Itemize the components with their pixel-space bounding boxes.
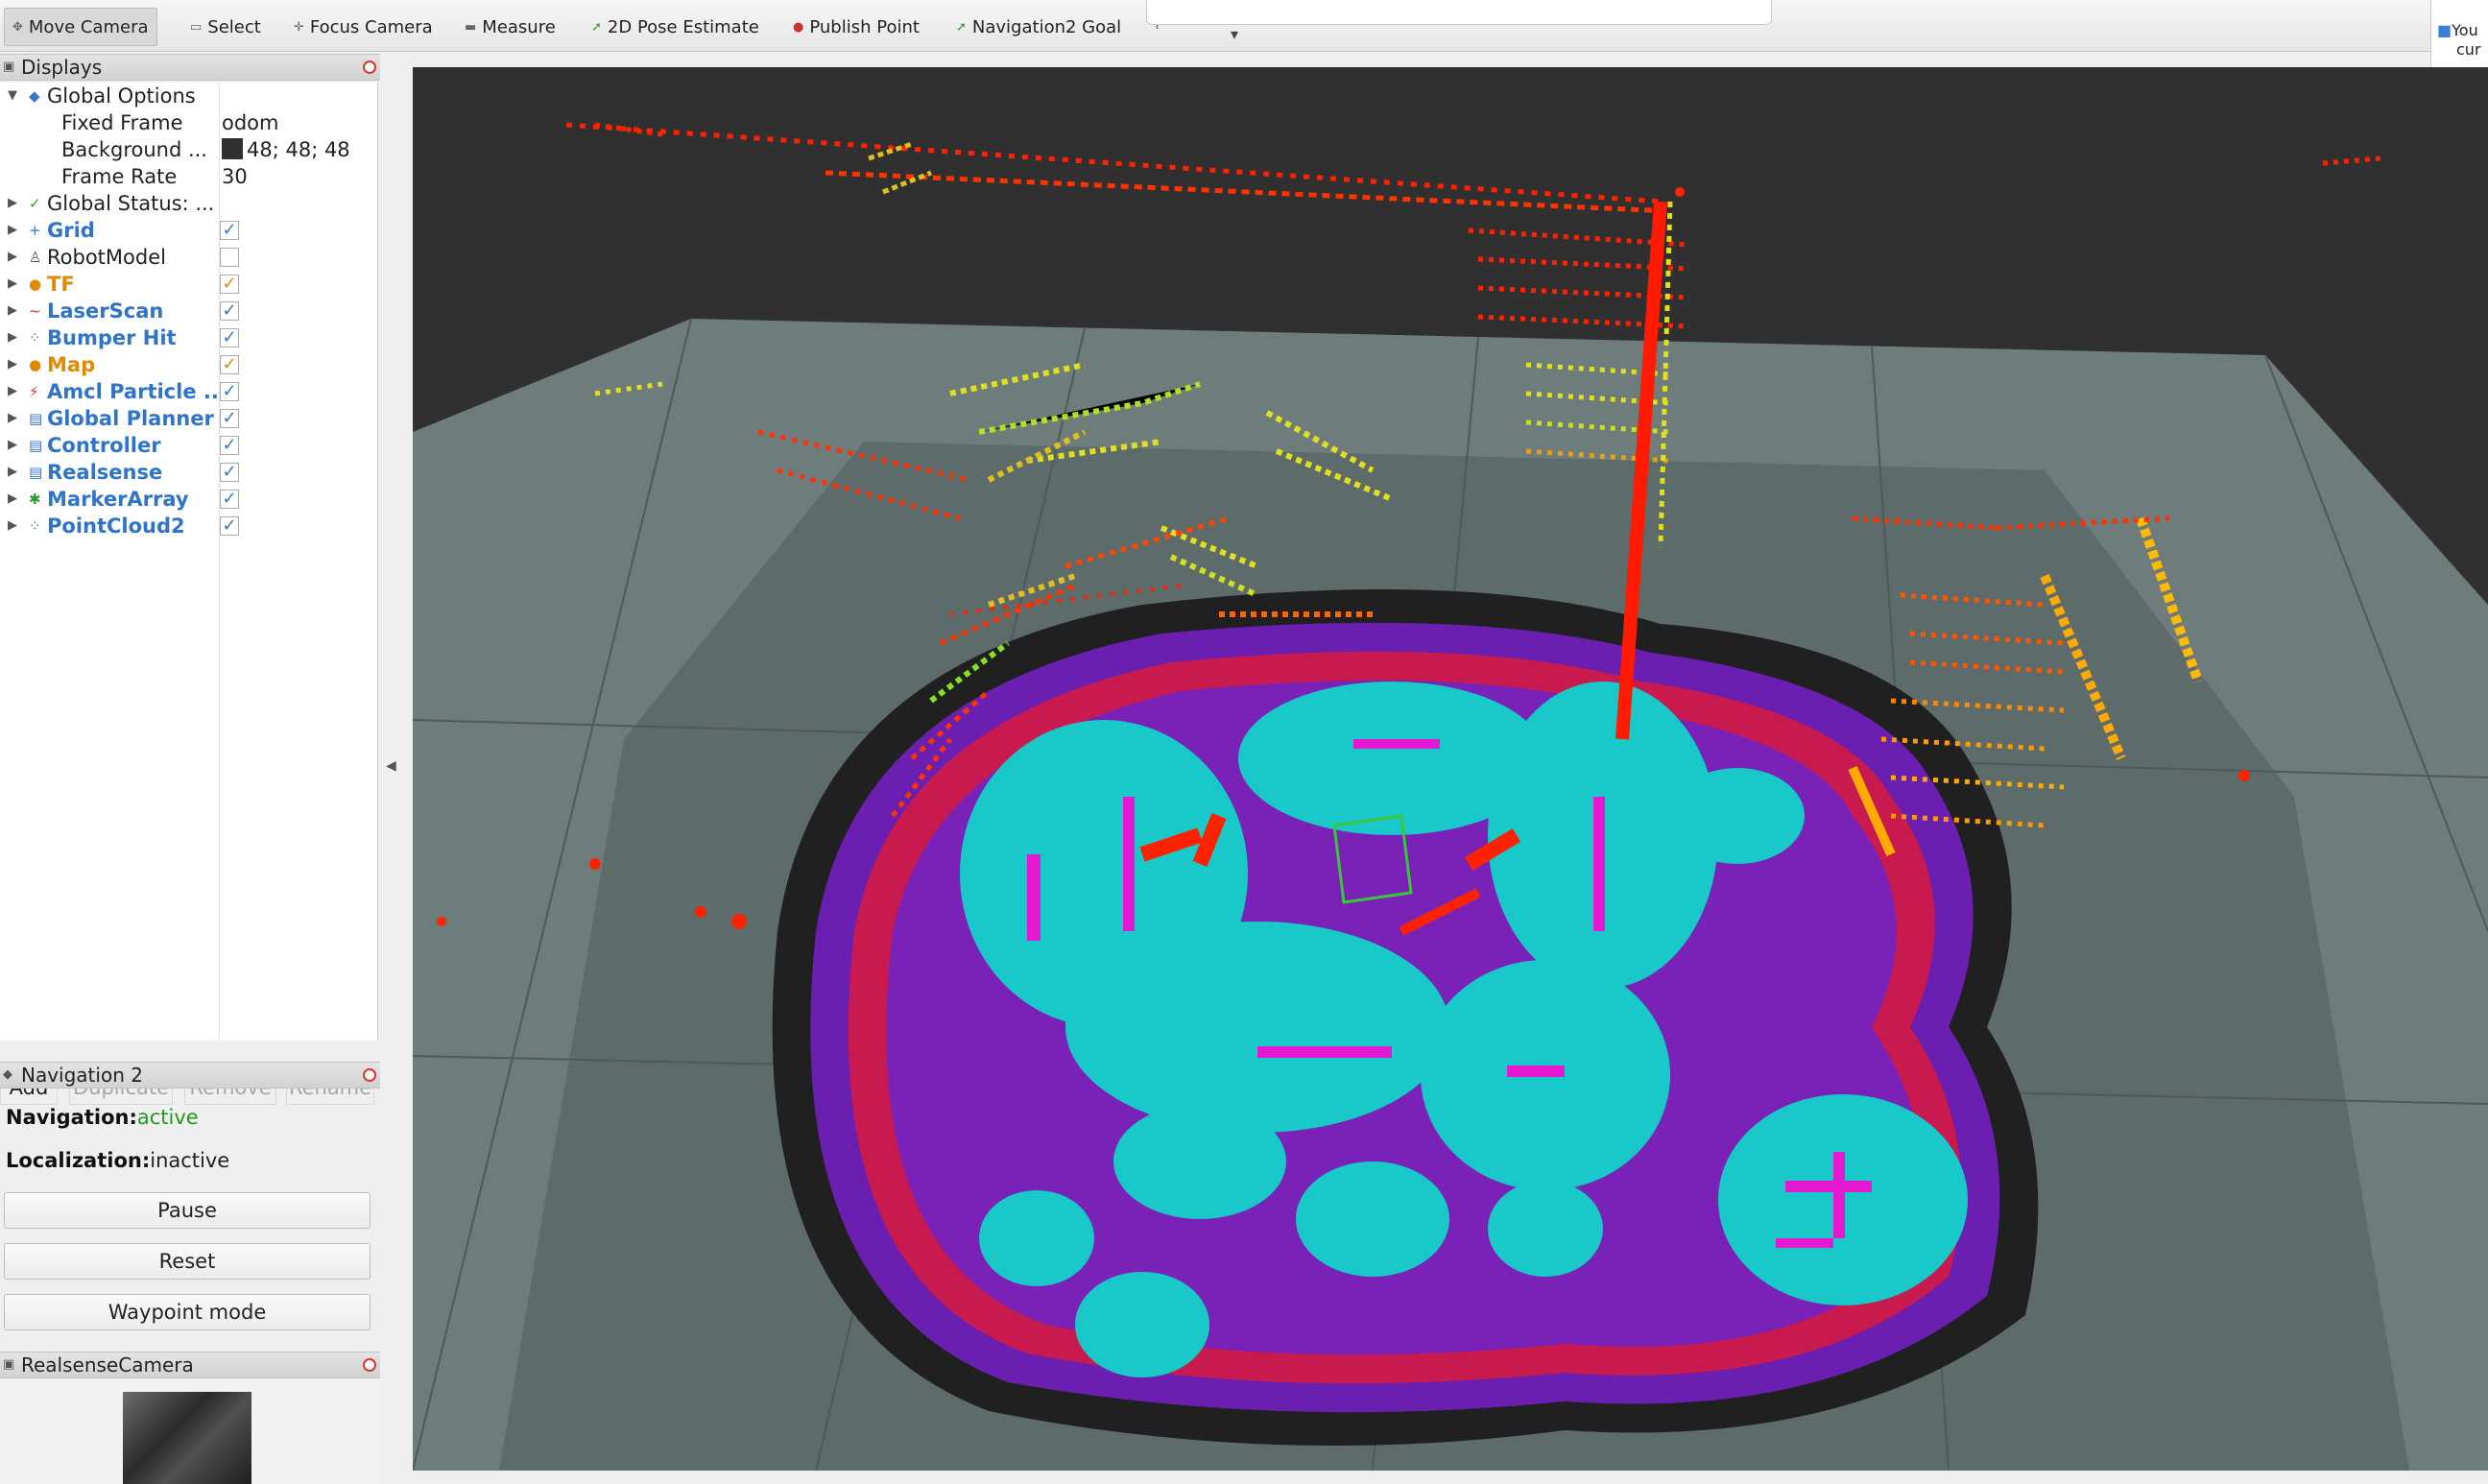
tree-row-controller[interactable]: ▶ ▤ Controller ✓ (0, 432, 378, 459)
tree-row-laserscan[interactable]: ▶ ~ LaserScan ✓ (0, 298, 378, 324)
tree-row-amcl-particle[interactable]: ▶ ⚡ Amcl Particle ... ✓ (0, 378, 378, 405)
points-icon: ⁘ (29, 329, 41, 347)
chevron-right-icon[interactable]: ▶ (8, 432, 17, 459)
chevron-right-icon[interactable]: ▶ (8, 271, 17, 298)
markerarray-checkbox[interactable]: ✓ (220, 490, 239, 509)
tree-row-background[interactable]: Background ... 48; 48; 48 (0, 136, 378, 163)
focus-camera-icon: ✛ (294, 19, 304, 35)
pose-array-icon: ⚡ (29, 383, 39, 400)
chevron-right-icon[interactable]: ▶ (8, 298, 17, 324)
measure-icon: ▬ (465, 19, 477, 35)
group-icon: ▤ (29, 437, 43, 454)
chevron-right-icon[interactable]: ▶ (8, 244, 17, 271)
tree-row-frame-rate[interactable]: Frame Rate 30 (0, 163, 378, 190)
tree-row-tf[interactable]: ▶ ● TF ✓ (0, 271, 378, 298)
tf-checkbox[interactable]: ✓ (220, 275, 239, 294)
group-icon: ▤ (29, 464, 43, 481)
chevron-right-icon[interactable]: ▶ (8, 513, 17, 539)
tree-row-grid[interactable]: ▶ + Grid ✓ (0, 217, 378, 244)
bumper-hit-checkbox[interactable]: ✓ (220, 328, 239, 347)
tree-row-markerarray[interactable]: ▶ ✱ MarkerArray ✓ (0, 486, 378, 513)
tree-row-robotmodel[interactable]: ▶ ♙ RobotModel (0, 244, 378, 271)
reset-button[interactable]: Reset (4, 1243, 371, 1280)
select-tool[interactable]: ▭ Select (182, 8, 269, 46)
camera-panel-header: ▣ RealsenseCamera x (0, 1352, 380, 1378)
left-sidebar: ▣ Displays x ▼ ◆ Global Options Fixed Fr… (0, 54, 380, 1484)
scene-render (413, 122, 2488, 1471)
move-camera-icon: ✥ (12, 19, 23, 35)
panel-icon: ▣ (3, 1357, 15, 1372)
tree-row-realsense[interactable]: ▶ ▤ Realsense ✓ (0, 459, 378, 486)
tree-row-bumper-hit[interactable]: ▶ ⁘ Bumper Hit ✓ (0, 324, 378, 351)
localization-status: Localization:inactive (6, 1149, 230, 1172)
displays-panel-header: ▣ Displays x (0, 54, 380, 81)
measure-tool[interactable]: ▬ Measure (457, 8, 563, 46)
panel-icon: ◆ (3, 1067, 12, 1082)
select-icon: ▭ (190, 19, 203, 35)
waypoint-mode-button[interactable]: Waypoint mode (4, 1294, 371, 1330)
chevron-right-icon[interactable]: ▶ (8, 486, 17, 513)
chevron-down-icon[interactable]: ▾ (1231, 25, 1238, 43)
chevron-right-icon[interactable]: ▶ (8, 324, 17, 351)
amcl-particle-checkbox[interactable]: ✓ (220, 382, 239, 401)
close-icon[interactable]: x (363, 60, 376, 74)
panel-splitter[interactable]: ◀ (384, 67, 413, 1471)
chevron-right-icon[interactable]: ▶ (8, 378, 17, 405)
robot-icon: ♙ (29, 249, 42, 266)
chevron-right-icon[interactable]: ▶ (8, 217, 17, 244)
chevron-left-icon[interactable]: ◀ (386, 758, 396, 774)
move-camera-tool[interactable]: ✥ Move Camera (4, 8, 157, 46)
close-icon[interactable]: x (363, 1068, 376, 1082)
panel-icon: ▣ (3, 60, 15, 74)
close-icon[interactable]: x (363, 1358, 376, 1372)
check-icon: ✓ (29, 195, 41, 212)
pose-estimate-icon: ➚ (591, 19, 602, 35)
chevron-down-icon[interactable]: ▼ (8, 83, 17, 109)
map-checkbox[interactable]: ✓ (220, 355, 239, 374)
background-color-value[interactable]: 48; 48; 48 (222, 136, 350, 163)
chevron-right-icon[interactable]: ▶ (8, 190, 17, 217)
warning-dot-icon: ● (29, 275, 42, 293)
tree-row-global-options[interactable]: ▼ ◆ Global Options (0, 83, 378, 109)
chevron-right-icon[interactable]: ▶ (8, 459, 17, 486)
overlay-popup (1146, 0, 1772, 25)
tree-row-map[interactable]: ▶ ● Map ✓ (0, 351, 378, 378)
tree-row-fixed-frame[interactable]: Fixed Frame odom (0, 109, 378, 136)
realsense-checkbox[interactable]: ✓ (220, 463, 239, 482)
nav-goal-icon: ➚ (956, 19, 967, 35)
chevron-right-icon[interactable]: ▶ (8, 405, 17, 432)
focus-camera-tool[interactable]: ✛ Focus Camera (286, 8, 441, 46)
tree-row-global-planner[interactable]: ▶ ▤ Global Planner ✓ (0, 405, 378, 432)
tree-row-global-status[interactable]: ▶ ✓ Global Status: ... (0, 190, 378, 217)
laserscan-checkbox[interactable]: ✓ (220, 301, 239, 321)
marker-icon: ✱ (29, 491, 41, 508)
group-icon: ▤ (29, 410, 43, 427)
displays-tree: ▼ ◆ Global Options Fixed Frame odom Back… (0, 83, 378, 1041)
controller-checkbox[interactable]: ✓ (220, 436, 239, 455)
pause-button[interactable]: Pause (4, 1192, 371, 1229)
chevron-right-icon[interactable]: ▶ (8, 351, 17, 378)
chat-icon: ■ (2437, 21, 2452, 39)
camera-view (0, 1380, 380, 1484)
publish-point-tool[interactable]: ● Publish Point (785, 8, 927, 46)
publish-point-icon: ● (793, 19, 804, 35)
global-planner-checkbox[interactable]: ✓ (220, 409, 239, 428)
navigation-panel-header: ◆ Navigation 2 x (0, 1062, 380, 1089)
costmap-layer (772, 589, 2039, 1446)
laser-icon: ~ (29, 302, 41, 320)
grid-checkbox[interactable]: ✓ (220, 221, 239, 240)
global-options-icon: ◆ (29, 87, 40, 105)
pointcloud2-checkbox[interactable]: ✓ (220, 516, 239, 536)
grid-icon: + (29, 222, 41, 239)
color-swatch (222, 138, 243, 159)
points-icon: ⁘ (29, 517, 41, 535)
navigation-status: Navigation:active (6, 1106, 199, 1129)
3d-viewport[interactable] (413, 67, 2488, 1471)
tree-row-pointcloud2[interactable]: ▶ ⁘ PointCloud2 ✓ (0, 513, 378, 539)
pose-estimate-tool[interactable]: ➚ 2D Pose Estimate (584, 8, 767, 46)
warning-dot-icon: ● (29, 356, 42, 373)
nav-goal-tool[interactable]: ➚ Navigation2 Goal (948, 8, 1129, 46)
robotmodel-checkbox[interactable] (220, 248, 239, 267)
